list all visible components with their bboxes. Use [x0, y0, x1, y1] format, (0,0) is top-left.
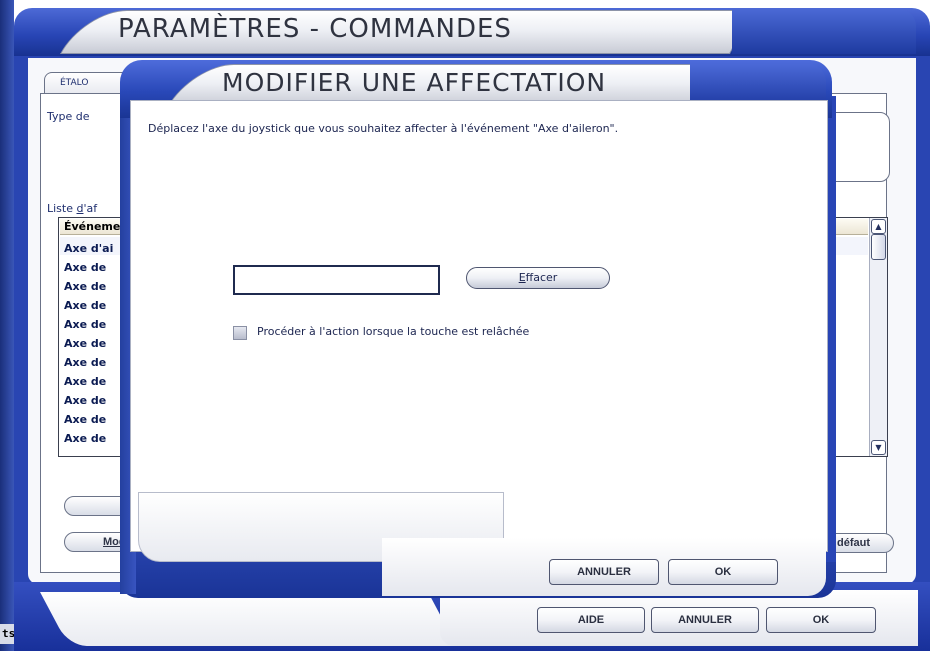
- window-cancel-button[interactable]: ANNULER: [651, 607, 759, 633]
- type-label: Type de: [47, 110, 90, 123]
- window-left-strip: [0, 0, 14, 651]
- window-title: PARAMÈTRES - COMMANDES: [118, 14, 512, 44]
- footer-left-panel: [40, 592, 457, 646]
- window-title-decoration: [732, 10, 916, 54]
- release-action-label[interactable]: Procéder à l'action lorsque la touche es…: [257, 325, 529, 338]
- dialog-cancel-button[interactable]: ANNULER: [549, 559, 659, 585]
- assignment-list-label: Liste d'af: [47, 202, 98, 215]
- clear-button[interactable]: Effacer: [466, 267, 610, 289]
- help-button[interactable]: AIDE: [537, 607, 645, 633]
- release-action-checkbox[interactable]: [233, 326, 247, 340]
- scrollbar-thumb[interactable]: [871, 234, 886, 260]
- scroll-up-arrow-icon[interactable]: ▲: [871, 219, 886, 234]
- dialog-title: MODIFIER UNE AFFECTATION: [222, 68, 607, 97]
- scroll-down-arrow-icon[interactable]: ▼: [871, 440, 886, 455]
- window-ok-button[interactable]: OK: [766, 607, 876, 633]
- dialog-ok-button[interactable]: OK: [668, 559, 778, 585]
- assignment-capture-field[interactable]: [233, 265, 440, 295]
- dialog-instruction: Déplacez l'axe du joystick que vous souh…: [148, 122, 619, 135]
